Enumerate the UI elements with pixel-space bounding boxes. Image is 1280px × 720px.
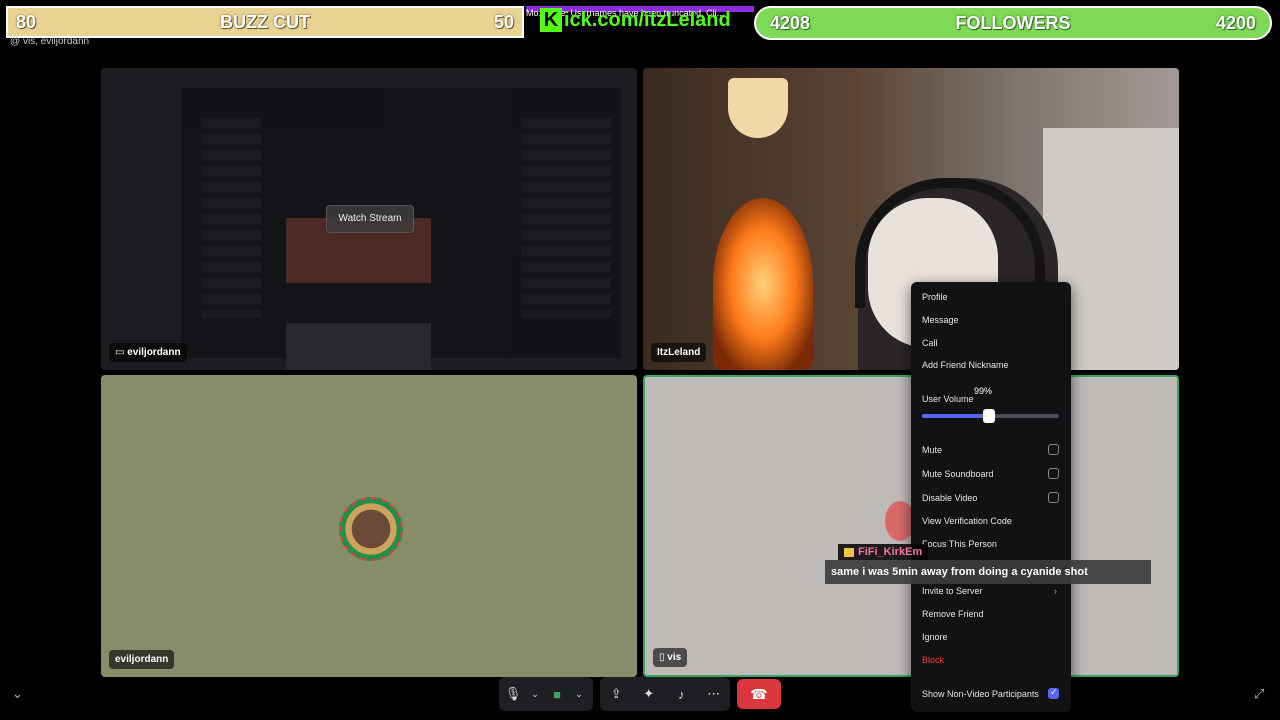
stream-name-tag: ▭ eviljordann: [109, 343, 187, 362]
mute-checkbox[interactable]: [1048, 444, 1059, 455]
menu-mute[interactable]: Mute: [922, 445, 942, 455]
menu-profile[interactable]: Profile: [922, 292, 948, 302]
menu-show-non-video[interactable]: Show Non-Video Participants: [922, 689, 1039, 699]
menu-block[interactable]: Block: [922, 655, 944, 665]
volume-fill: [922, 414, 990, 418]
mic-options-chevron-icon[interactable]: ⌄: [527, 689, 543, 700]
vis-name-tag: ▯ vis: [653, 648, 688, 667]
christmas-tree-lights: [713, 198, 813, 370]
chat-username: FiFi_KirkEm: [838, 544, 929, 560]
user-context-menu: Profile Message Call Add Friend Nickname…: [911, 282, 1071, 712]
avatar: [339, 497, 403, 561]
kick-logo-icon: K: [540, 8, 562, 32]
menu-disable-video[interactable]: Disable Video: [922, 493, 977, 503]
phone-hangup-icon: ☎: [750, 686, 768, 702]
lamp-shade: [728, 78, 788, 138]
eviljordann-tile[interactable]: eviljordann: [101, 375, 637, 677]
webcam-name-tag: ItzLeland: [651, 343, 707, 362]
at-icon: @: [10, 36, 21, 47]
volume-thumb[interactable]: [983, 409, 996, 423]
mute-soundboard-checkbox[interactable]: [1048, 468, 1059, 479]
show-non-video-checkbox[interactable]: [1048, 687, 1059, 699]
chat-username-text: FiFi_KirkEm: [858, 546, 923, 558]
followers-title: FOLLOWERS: [955, 12, 1071, 33]
kick-url: Kick.com/itzLeland: [540, 8, 731, 32]
menu-add-friend-nickname[interactable]: Add Friend Nickname: [922, 360, 1009, 370]
chevron-right-icon: ›: [1054, 586, 1057, 596]
mic-camera-controls: 🎙 ⌄ ■ ⌄: [499, 677, 593, 711]
menu-call[interactable]: Call: [922, 338, 938, 348]
user-volume-slider[interactable]: [922, 409, 1059, 423]
menu-message[interactable]: Message: [922, 315, 959, 325]
goal-title: BUZZ CUT: [220, 11, 310, 32]
stream-user-name: eviljordann: [127, 347, 181, 358]
followers-goal-bar: 4208 FOLLOWERS 4200: [754, 6, 1272, 40]
camera-options-chevron-icon[interactable]: ⌄: [571, 689, 587, 700]
call-participants: @ vis, eviljordann: [10, 36, 89, 47]
volume-tooltip: 99%: [974, 386, 993, 396]
activities-icon[interactable]: ✦: [635, 686, 663, 702]
disable-video-checkbox[interactable]: [1048, 492, 1059, 503]
fullscreen-icon[interactable]: ⤢: [1254, 686, 1264, 702]
kick-url-text: ick.com/itzLeland: [564, 9, 731, 31]
activity-controls: ⇪ ✦ ♪ ⋯: [600, 677, 730, 711]
buzz-cut-goal-bar: 80 BUZZ CUT 50: [6, 6, 524, 38]
watch-stream-button[interactable]: Watch Stream: [326, 205, 414, 233]
menu-focus-this-person[interactable]: Focus This Person: [922, 539, 997, 549]
eviljordann-name-tag: eviljordann: [109, 650, 175, 669]
menu-user-volume-label: User Volume: [922, 394, 974, 404]
disconnect-button[interactable]: ☎: [737, 679, 781, 709]
menu-view-verification-code[interactable]: View Verification Code: [922, 516, 1012, 526]
preview-video: [286, 323, 431, 370]
chat-message: same i was 5min away from doing a cyanid…: [825, 560, 1151, 584]
stream-tile[interactable]: Watch Stream ▭ eviljordann: [101, 68, 637, 370]
menu-remove-friend[interactable]: Remove Friend: [922, 609, 984, 619]
microphone-icon[interactable]: 🎙: [499, 686, 527, 702]
menu-invite-to-server[interactable]: Invite to Server: [922, 586, 983, 596]
menu-mute-soundboard[interactable]: Mute Soundboard: [922, 469, 994, 479]
call-users-text: vis, eviljordann: [22, 36, 90, 47]
more-options-icon[interactable]: ⋯: [700, 686, 728, 702]
screen-share-icon[interactable]: ⇪: [602, 686, 630, 702]
preview-sidebar: [201, 118, 261, 318]
screen-share-icon: ▭: [115, 347, 125, 358]
preview-panel: [521, 118, 611, 318]
menu-ignore[interactable]: Ignore: [922, 632, 948, 642]
mobile-icon: ▯: [659, 652, 665, 663]
vis-user-name: vis: [667, 652, 682, 663]
sub-badge-icon: [844, 547, 854, 557]
soundboard-icon[interactable]: ♪: [667, 687, 695, 702]
chevron-down-icon[interactable]: ⌄: [12, 686, 23, 702]
camera-icon[interactable]: ■: [543, 687, 571, 702]
